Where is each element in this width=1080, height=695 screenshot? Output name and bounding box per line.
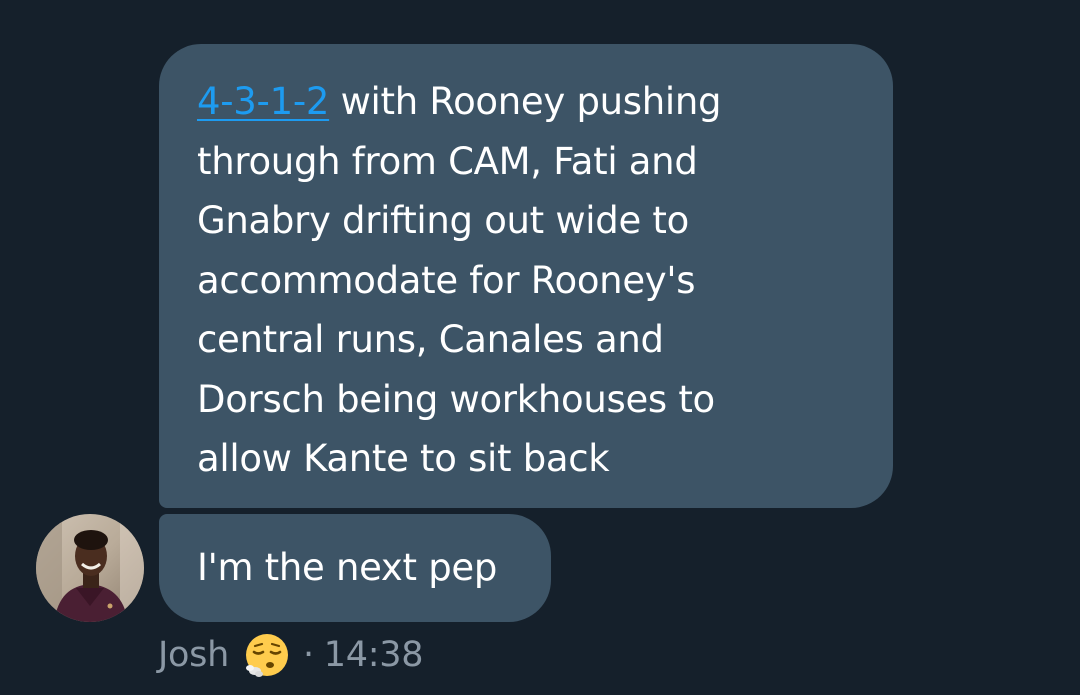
relieved-face-exhaling-icon <box>243 631 291 679</box>
message-time: 14:38 <box>323 635 424 675</box>
avatar-image <box>36 514 144 622</box>
message-line-text: with Rooney pushing <box>329 80 722 123</box>
message-text: I'm the next pep <box>197 546 498 590</box>
message-meta: Josh · 14:38 <box>158 628 423 682</box>
message-text: 4-3-1-2 with Rooney pushing through from… <box>197 72 855 489</box>
message-bubble[interactable]: 4-3-1-2 with Rooney pushing through from… <box>159 44 893 508</box>
message-line: through from CAM, Fati and <box>197 139 698 183</box>
message-line: central runs, Canales and <box>197 318 664 361</box>
formation-link[interactable]: 4-3-1-2 <box>197 80 329 123</box>
message-bubble[interactable]: I'm the next pep <box>159 514 551 622</box>
message-line: 4-3-1-2 with Rooney pushing <box>197 72 855 132</box>
sender-name[interactable]: Josh <box>158 635 229 675</box>
message-line: accommodate for Rooney's <box>197 258 696 302</box>
message-line: Dorsch being workhouses to <box>197 377 715 421</box>
avatar[interactable] <box>36 514 144 622</box>
message-line: allow Kante to sit back <box>197 437 610 480</box>
meta-separator: · <box>302 635 314 675</box>
message-line: Gnabry drifting out wide to <box>197 199 689 242</box>
